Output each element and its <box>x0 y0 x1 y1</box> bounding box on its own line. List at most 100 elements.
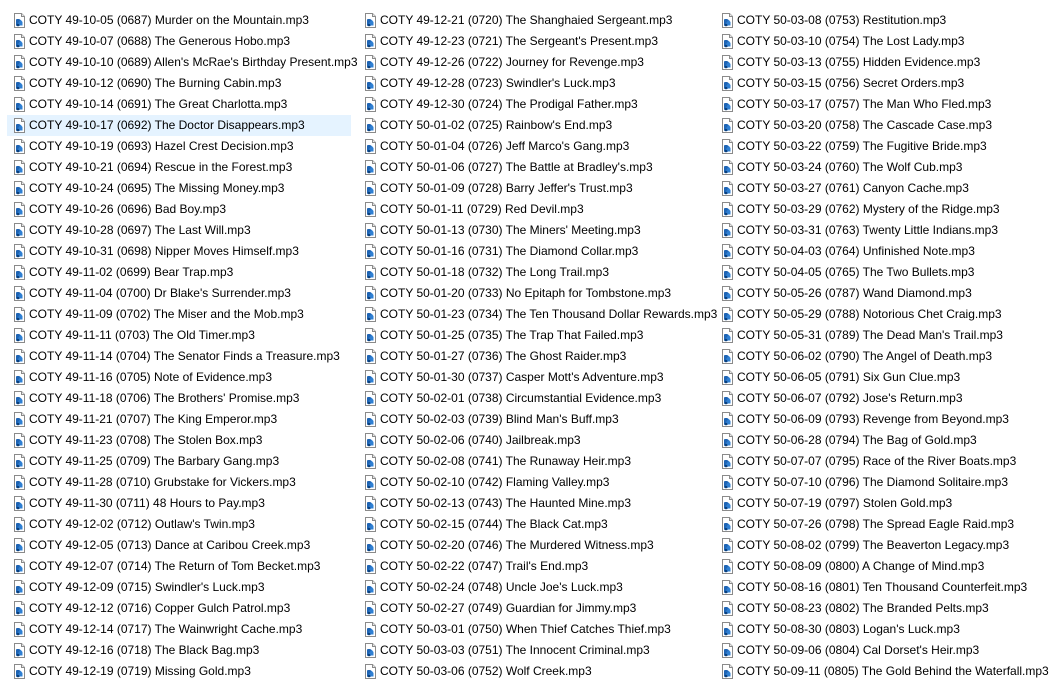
file-item[interactable]: COTY 50-03-01 (0750) When Thief Catches … <box>358 619 708 640</box>
file-item[interactable]: COTY 50-08-30 (0803) Logan's Luck.mp3 <box>715 619 1049 640</box>
file-item[interactable]: COTY 49-12-26 (0722) Journey for Revenge… <box>358 52 708 73</box>
file-item[interactable]: COTY 49-10-28 (0697) The Last Will.mp3 <box>7 220 351 241</box>
file-item[interactable]: COTY 50-06-02 (0790) The Angel of Death.… <box>715 346 1049 367</box>
file-item[interactable]: COTY 49-12-30 (0724) The Prodigal Father… <box>358 94 708 115</box>
file-item[interactable]: COTY 50-02-22 (0747) Trail's End.mp3 <box>358 556 708 577</box>
file-item[interactable]: COTY 49-10-10 (0689) Allen's McRae's Bir… <box>7 52 358 73</box>
file-item[interactable]: COTY 50-09-06 (0804) Cal Dorset's Heir.m… <box>715 640 1049 661</box>
file-item[interactable]: COTY 50-01-09 (0728) Barry Jeffer's Trus… <box>358 178 708 199</box>
file-item[interactable]: COTY 50-03-10 (0754) The Lost Lady.mp3 <box>715 31 1049 52</box>
file-item[interactable]: COTY 50-01-16 (0731) The Diamond Collar.… <box>358 241 708 262</box>
file-item[interactable]: COTY 50-03-13 (0755) Hidden Evidence.mp3 <box>715 52 1049 73</box>
file-item[interactable]: COTY 50-02-06 (0740) Jailbreak.mp3 <box>358 430 708 451</box>
file-item[interactable]: COTY 50-04-03 (0764) Unfinished Note.mp3 <box>715 241 1049 262</box>
file-item[interactable]: COTY 50-03-08 (0753) Restitution.mp3 <box>715 10 1049 31</box>
file-item[interactable]: COTY 49-10-26 (0696) Bad Boy.mp3 <box>7 199 351 220</box>
file-name: COTY 50-02-08 (0741) The Runaway Heir.mp… <box>380 454 632 468</box>
file-item[interactable]: COTY 50-05-29 (0788) Notorious Chet Crai… <box>715 304 1049 325</box>
file-item[interactable]: COTY 50-08-23 (0802) The Branded Pelts.m… <box>715 598 1049 619</box>
file-item[interactable]: COTY 50-02-01 (0738) Circumstantial Evid… <box>358 388 708 409</box>
file-item[interactable]: COTY 50-03-27 (0761) Canyon Cache.mp3 <box>715 178 1049 199</box>
file-item[interactable]: COTY 50-03-22 (0759) The Fugitive Bride.… <box>715 136 1049 157</box>
file-item[interactable]: COTY 49-11-09 (0702) The Miser and the M… <box>7 304 351 325</box>
file-item[interactable]: COTY 50-01-30 (0737) Casper Mott's Adven… <box>358 367 708 388</box>
file-item[interactable]: COTY 50-01-20 (0733) No Epitaph for Tomb… <box>358 283 708 304</box>
file-item[interactable]: COTY 49-11-11 (0703) The Old Timer.mp3 <box>7 325 351 346</box>
file-item[interactable]: COTY 50-01-18 (0732) The Long Trail.mp3 <box>358 262 708 283</box>
file-item[interactable]: COTY 49-11-30 (0711) 48 Hours to Pay.mp3 <box>7 493 351 514</box>
file-item[interactable]: COTY 49-10-17 (0692) The Doctor Disappea… <box>7 115 351 136</box>
file-item[interactable]: COTY 49-12-19 (0719) Missing Gold.mp3 <box>7 661 351 682</box>
file-item[interactable]: COTY 49-12-21 (0720) The Shanghaied Serg… <box>358 10 708 31</box>
file-item[interactable]: COTY 49-11-25 (0709) The Barbary Gang.mp… <box>7 451 351 472</box>
file-item[interactable]: COTY 49-10-31 (0698) Nipper Moves Himsel… <box>7 241 351 262</box>
file-item[interactable]: COTY 49-12-09 (0715) Swindler's Luck.mp3 <box>7 577 351 598</box>
file-item[interactable]: COTY 50-03-20 (0758) The Cascade Case.mp… <box>715 115 1049 136</box>
file-item[interactable]: COTY 50-08-09 (0800) A Change of Mind.mp… <box>715 556 1049 577</box>
file-item[interactable]: COTY 50-04-05 (0765) The Two Bullets.mp3 <box>715 262 1049 283</box>
file-item[interactable]: COTY 49-11-04 (0700) Dr Blake's Surrende… <box>7 283 351 304</box>
file-item[interactable]: COTY 49-10-19 (0693) Hazel Crest Decisio… <box>7 136 351 157</box>
file-item[interactable]: COTY 50-01-13 (0730) The Miners' Meeting… <box>358 220 708 241</box>
file-item[interactable]: COTY 50-07-07 (0795) Race of the River B… <box>715 451 1049 472</box>
file-item[interactable]: COTY 50-02-20 (0746) The Murdered Witnes… <box>358 535 708 556</box>
file-item[interactable]: COTY 50-06-09 (0793) Revenge from Beyond… <box>715 409 1049 430</box>
file-item[interactable]: COTY 50-01-06 (0727) The Battle at Bradl… <box>358 157 708 178</box>
file-item[interactable]: COTY 49-12-16 (0718) The Black Bag.mp3 <box>7 640 351 661</box>
file-item[interactable]: COTY 50-06-05 (0791) Six Gun Clue.mp3 <box>715 367 1049 388</box>
file-item[interactable]: COTY 49-12-14 (0717) The Wainwright Cach… <box>7 619 351 640</box>
file-item[interactable]: COTY 50-01-04 (0726) Jeff Marco's Gang.m… <box>358 136 708 157</box>
file-item[interactable]: COTY 50-03-17 (0757) The Man Who Fled.mp… <box>715 94 1049 115</box>
file-item[interactable]: COTY 50-03-31 (0763) Twenty Little India… <box>715 220 1049 241</box>
file-item[interactable]: COTY 49-11-18 (0706) The Brothers' Promi… <box>7 388 351 409</box>
file-item[interactable]: COTY 50-05-26 (0787) Wand Diamond.mp3 <box>715 283 1049 304</box>
file-item[interactable]: COTY 50-02-24 (0748) Uncle Joe's Luck.mp… <box>358 577 708 598</box>
file-item[interactable]: COTY 50-06-07 (0792) Jose's Return.mp3 <box>715 388 1049 409</box>
file-item[interactable]: COTY 50-05-31 (0789) The Dead Man's Trai… <box>715 325 1049 346</box>
file-item[interactable]: COTY 49-12-07 (0714) The Return of Tom B… <box>7 556 351 577</box>
file-item[interactable]: COTY 49-12-05 (0713) Dance at Caribou Cr… <box>7 535 351 556</box>
file-item[interactable]: COTY 49-10-14 (0691) The Great Charlotta… <box>7 94 351 115</box>
file-item[interactable]: COTY 49-12-02 (0712) Outlaw's Twin.mp3 <box>7 514 351 535</box>
file-item[interactable]: COTY 50-01-25 (0735) The Trap That Faile… <box>358 325 708 346</box>
file-item[interactable]: COTY 49-11-28 (0710) Grubstake for Vicke… <box>7 472 351 493</box>
audio-file-icon <box>13 559 26 574</box>
file-item[interactable]: COTY 50-07-26 (0798) The Spread Eagle Ra… <box>715 514 1049 535</box>
file-item[interactable]: COTY 49-11-21 (0707) The King Emperor.mp… <box>7 409 351 430</box>
file-item[interactable]: COTY 49-10-12 (0690) The Burning Cabin.m… <box>7 73 351 94</box>
file-item[interactable]: COTY 50-03-06 (0752) Wolf Creek.mp3 <box>358 661 708 682</box>
file-item[interactable]: COTY 50-03-03 (0751) The Innocent Crimin… <box>358 640 708 661</box>
file-item[interactable]: COTY 49-11-14 (0704) The Senator Finds a… <box>7 346 351 367</box>
file-item[interactable]: COTY 49-12-23 (0721) The Sergeant's Pres… <box>358 31 708 52</box>
file-item[interactable]: COTY 50-08-16 (0801) Ten Thousand Counte… <box>715 577 1049 598</box>
file-item[interactable]: COTY 50-02-13 (0743) The Haunted Mine.mp… <box>358 493 708 514</box>
file-item[interactable]: COTY 49-12-28 (0723) Swindler's Luck.mp3 <box>358 73 708 94</box>
file-item[interactable]: COTY 50-01-11 (0729) Red Devil.mp3 <box>358 199 708 220</box>
file-item[interactable]: COTY 50-07-19 (0797) Stolen Gold.mp3 <box>715 493 1049 514</box>
file-item[interactable]: COTY 49-10-05 (0687) Murder on the Mount… <box>7 10 351 31</box>
file-item[interactable]: COTY 49-11-16 (0705) Note of Evidence.mp… <box>7 367 351 388</box>
file-item[interactable]: COTY 50-02-03 (0739) Blind Man's Buff.mp… <box>358 409 708 430</box>
file-item[interactable]: COTY 50-07-10 (0796) The Diamond Solitai… <box>715 472 1049 493</box>
file-item[interactable]: COTY 50-01-02 (0725) Rainbow's End.mp3 <box>358 115 708 136</box>
file-item[interactable]: COTY 50-02-10 (0742) Flaming Valley.mp3 <box>358 472 708 493</box>
file-item[interactable]: COTY 50-09-11 (0805) The Gold Behind the… <box>715 661 1049 682</box>
file-item[interactable]: COTY 49-11-23 (0708) The Stolen Box.mp3 <box>7 430 351 451</box>
file-item[interactable]: COTY 50-01-23 (0734) The Ten Thousand Do… <box>358 304 717 325</box>
file-item[interactable]: COTY 50-08-02 (0799) The Beaverton Legac… <box>715 535 1049 556</box>
file-item[interactable]: COTY 49-10-24 (0695) The Missing Money.m… <box>7 178 351 199</box>
file-item[interactable]: COTY 50-03-29 (0762) Mystery of the Ridg… <box>715 199 1049 220</box>
file-item[interactable]: COTY 50-06-28 (0794) The Bag of Gold.mp3 <box>715 430 1049 451</box>
file-item[interactable]: COTY 49-12-12 (0716) Copper Gulch Patrol… <box>7 598 351 619</box>
file-item[interactable]: COTY 49-11-02 (0699) Bear Trap.mp3 <box>7 262 351 283</box>
file-item[interactable]: COTY 50-02-15 (0744) The Black Cat.mp3 <box>358 514 708 535</box>
file-item[interactable]: COTY 50-03-15 (0756) Secret Orders.mp3 <box>715 73 1049 94</box>
file-name: COTY 49-11-25 (0709) The Barbary Gang.mp… <box>29 454 280 468</box>
file-item[interactable]: COTY 50-02-08 (0741) The Runaway Heir.mp… <box>358 451 708 472</box>
file-item[interactable]: COTY 50-02-27 (0749) Guardian for Jimmy.… <box>358 598 708 619</box>
file-item[interactable]: COTY 49-10-07 (0688) The Generous Hobo.m… <box>7 31 351 52</box>
file-item[interactable]: COTY 50-01-27 (0736) The Ghost Raider.mp… <box>358 346 708 367</box>
file-name: COTY 50-08-09 (0800) A Change of Mind.mp… <box>737 559 985 573</box>
file-item[interactable]: COTY 50-03-24 (0760) The Wolf Cub.mp3 <box>715 157 1049 178</box>
file-item[interactable]: COTY 49-10-21 (0694) Rescue in the Fores… <box>7 157 351 178</box>
